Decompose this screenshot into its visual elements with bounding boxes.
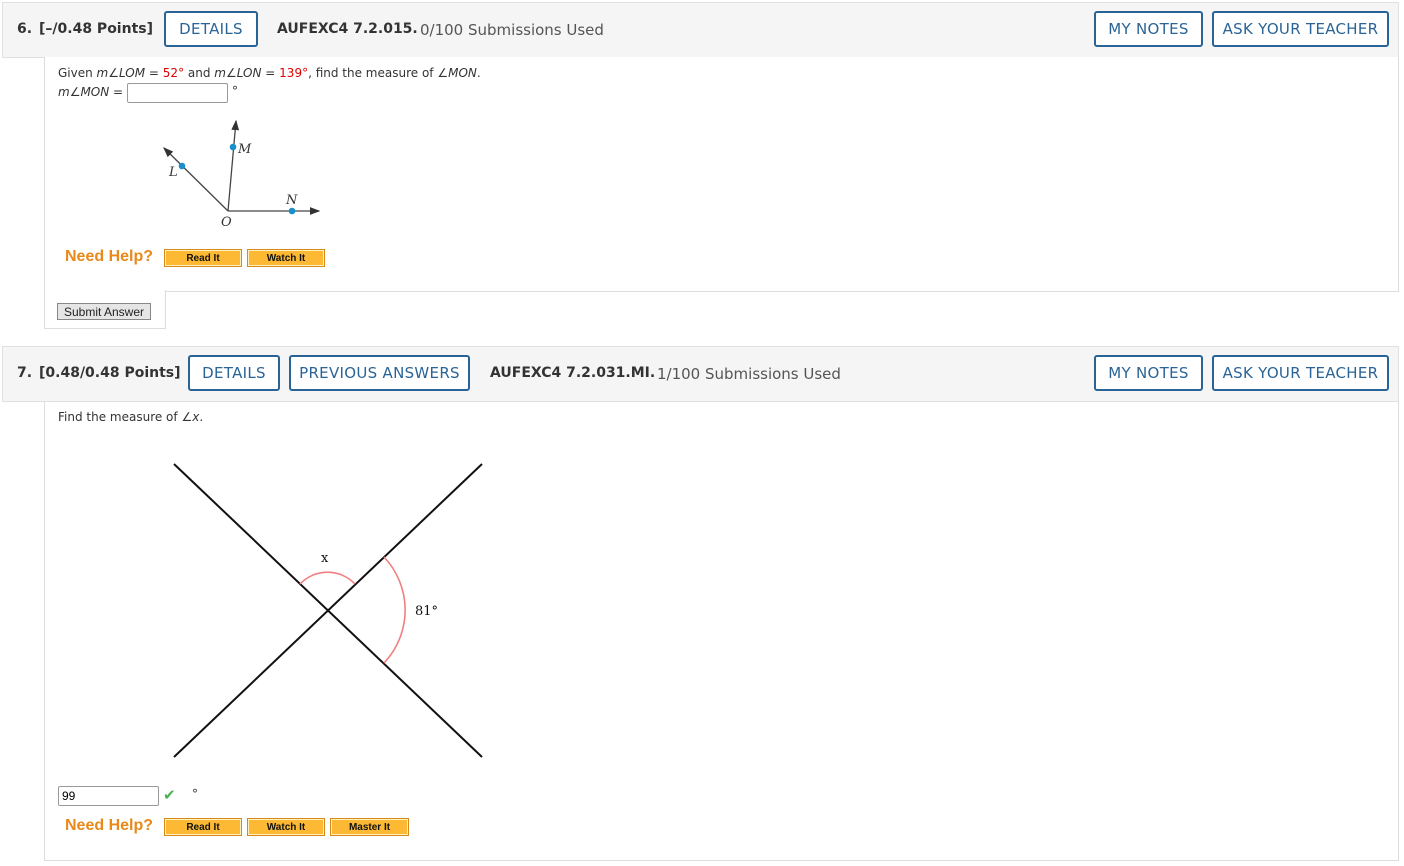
question-7-prompt: Find the measure of ∠x. xyxy=(58,410,203,424)
answer-input[interactable] xyxy=(58,786,159,806)
submit-answer-button[interactable]: Submit Answer xyxy=(57,303,151,320)
need-help-label: Need Help? xyxy=(65,248,154,265)
details-button[interactable]: DETAILS xyxy=(188,355,280,391)
question-points: [0.48/0.48 Points] xyxy=(39,365,181,381)
point-m xyxy=(229,143,237,151)
degree-symbol: ° xyxy=(192,787,198,801)
read-it-button[interactable]: Read It xyxy=(164,818,242,836)
watch-it-button[interactable]: Watch It xyxy=(247,818,325,836)
label-l: L xyxy=(168,165,178,180)
correct-check-icon: ✔ xyxy=(163,786,176,804)
label-x: x xyxy=(321,551,329,566)
previous-answers-button[interactable]: PREVIOUS ANSWERS xyxy=(289,355,470,391)
prompt-text: Find the measure of xyxy=(58,410,182,424)
label-m: M xyxy=(237,142,252,157)
question-number: 7. xyxy=(17,365,33,381)
ask-teacher-button[interactable]: ASK YOUR TEACHER xyxy=(1212,355,1389,391)
watch-it-button[interactable]: Watch It xyxy=(247,249,325,267)
ray-om xyxy=(227,119,240,212)
question-7-header: 7. [0.48/0.48 Points] DETAILS PREVIOUS A… xyxy=(2,346,1399,402)
prompt-text: ∠x xyxy=(181,410,200,424)
label-81-degrees: 81° xyxy=(415,604,438,619)
angle-x-arc xyxy=(299,571,356,585)
assignment-code: AUFEXC4 7.2.031.MI. xyxy=(490,365,656,381)
master-it-button[interactable]: Master It xyxy=(330,818,409,836)
angle-diagram-q6: L M N O x 81° xyxy=(163,119,483,758)
point-l xyxy=(178,162,186,170)
prompt-text: . xyxy=(199,410,204,424)
submissions-used: 1/100 Submissions Used xyxy=(657,365,841,383)
read-it-button[interactable]: Read It xyxy=(164,249,242,267)
need-help-label: Need Help? xyxy=(65,817,154,834)
label-n: N xyxy=(285,193,298,208)
my-notes-button[interactable]: MY NOTES xyxy=(1094,355,1203,391)
point-n xyxy=(288,207,296,215)
label-o: O xyxy=(221,215,232,230)
angle-81-arc xyxy=(383,556,406,664)
